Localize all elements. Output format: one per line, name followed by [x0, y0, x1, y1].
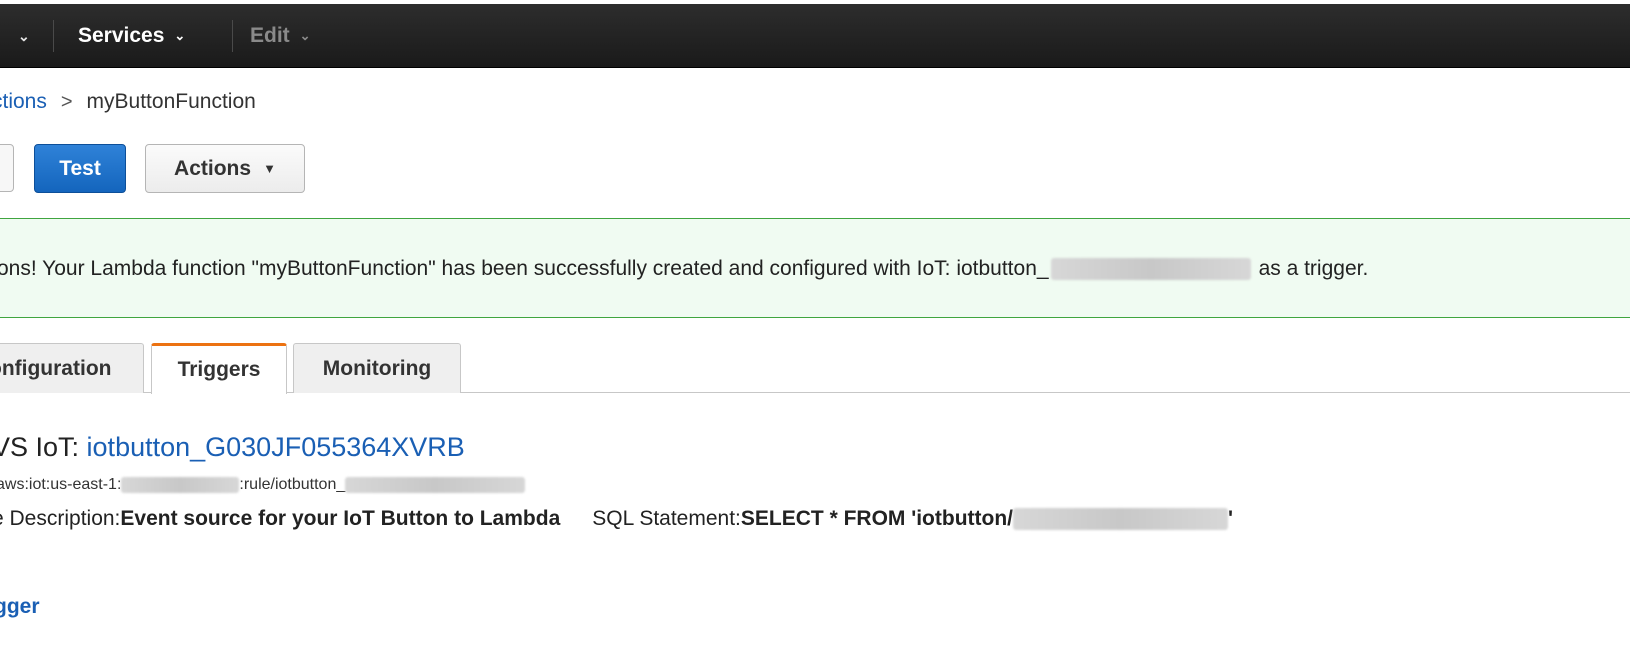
- tab-triggers[interactable]: Triggers: [151, 343, 287, 394]
- save-button[interactable]: [0, 144, 14, 192]
- services-menu[interactable]: Services ⌄: [78, 4, 185, 68]
- description-value: Event source for your IoT Button to Lamb…: [120, 507, 561, 530]
- services-label: Services: [78, 24, 165, 47]
- trigger-name-link[interactable]: iotbutton_G030JF055364XVRB: [87, 432, 465, 462]
- region-dropdown[interactable]: ⌄: [18, 4, 30, 68]
- tab-label: onfiguration: [0, 356, 112, 380]
- success-message-suffix: as a trigger.: [1258, 257, 1369, 280]
- top-navigation-bar: ⌄ Services ⌄ Edit ⌄: [0, 4, 1630, 68]
- chevron-down-icon: ⌄: [18, 27, 30, 44]
- tab-label: Triggers: [177, 358, 261, 381]
- sql-statement-value: SELECT * FROM 'iotbutton/: [740, 507, 1014, 530]
- chevron-down-icon: ⌄: [174, 28, 186, 43]
- breadcrumb-current: myButtonFunction: [86, 90, 256, 113]
- edit-menu[interactable]: Edit ⌄: [250, 4, 311, 68]
- nav-divider: [53, 20, 54, 52]
- arn-prefix: aws:iot:us-east-1:: [0, 476, 122, 493]
- trigger-type-label: VS IoT:: [0, 432, 87, 462]
- redacted-serial: [345, 477, 526, 493]
- breadcrumb-separator: >: [60, 90, 73, 113]
- tab-configuration[interactable]: onfiguration: [0, 343, 144, 393]
- chevron-down-icon: ⌄: [299, 28, 311, 43]
- breadcrumb: ctions > myButtonFunction: [0, 88, 256, 116]
- tab-monitoring[interactable]: Monitoring: [293, 343, 461, 393]
- test-button-label: Test: [59, 156, 101, 180]
- sql-statement-suffix: ': [1228, 507, 1234, 530]
- tab-label: Monitoring: [322, 356, 432, 380]
- trigger-description-row: e Description: Event source for your IoT…: [0, 507, 1233, 531]
- success-message-text: ons! Your Lambda function "myButtonFunct…: [0, 257, 1049, 280]
- arn-rule: :rule/iotbutton_: [239, 476, 346, 493]
- redacted-id: [1050, 258, 1251, 280]
- test-button[interactable]: Test: [34, 144, 126, 193]
- success-message: ons! Your Lambda function "myButtonFunct…: [0, 257, 1368, 281]
- function-tabs: onfiguration Triggers Monitoring: [0, 343, 1630, 394]
- actions-dropdown-button[interactable]: Actions ▼: [145, 144, 305, 193]
- description-label: e Description:: [0, 507, 121, 530]
- redacted-account-id: [121, 477, 240, 493]
- success-banner: ons! Your Lambda function "myButtonFunct…: [0, 218, 1630, 318]
- sql-statement-label: SQL Statement:: [592, 507, 741, 530]
- add-trigger-link[interactable]: gger: [0, 595, 40, 619]
- nav-divider: [232, 20, 233, 52]
- trigger-arn: aws:iot:us-east-1: :rule/iotbutton_: [0, 476, 526, 494]
- actions-button-label: Actions: [174, 156, 252, 180]
- redacted-serial: [1013, 508, 1229, 530]
- edit-label: Edit: [250, 24, 290, 47]
- trigger-title: VS IoT: iotbutton_G030JF055364XVRB: [0, 432, 465, 463]
- breadcrumb-functions-link[interactable]: ctions: [0, 90, 47, 114]
- caret-down-icon: ▼: [263, 161, 276, 176]
